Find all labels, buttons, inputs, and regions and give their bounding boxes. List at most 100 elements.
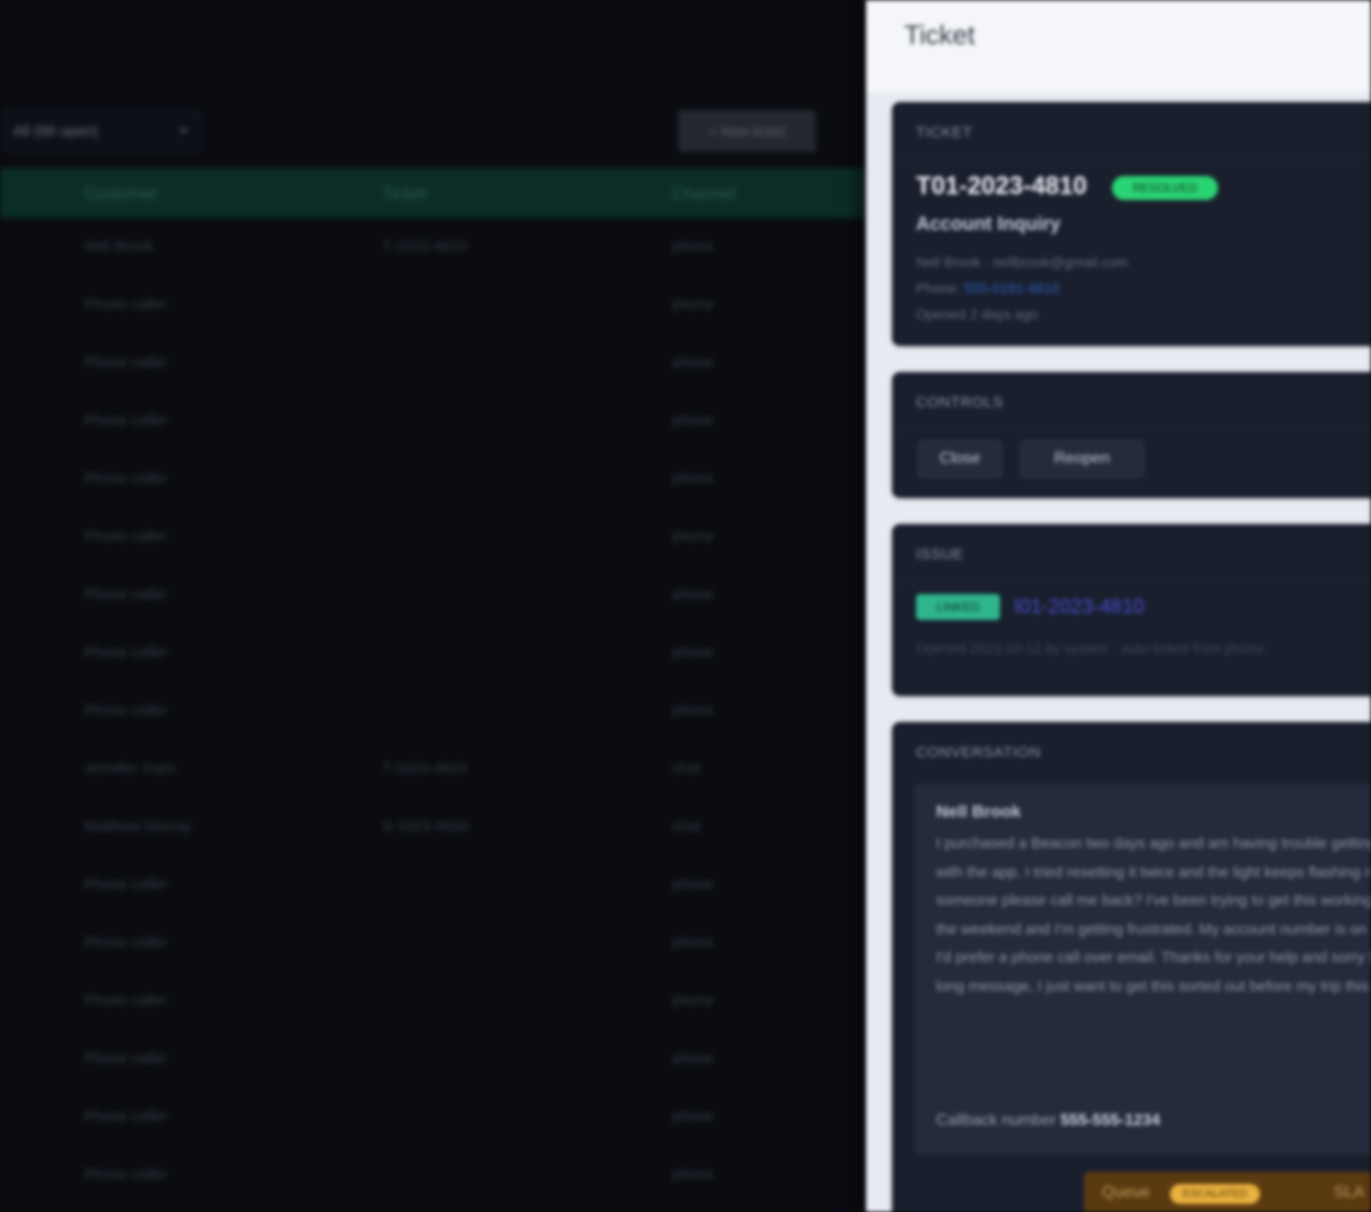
- table-row[interactable]: Phone caller phone: [0, 334, 866, 392]
- divider: [892, 158, 1371, 159]
- ticket-id: T01-2023-4810: [916, 172, 1087, 200]
- escalation-badge: ESCALATED: [1170, 1184, 1260, 1204]
- status-badge: RESOLVED: [1112, 176, 1218, 200]
- message-author: Nell Brook: [936, 802, 1022, 821]
- cell-ticket: T-1023-4815: [382, 760, 468, 777]
- cell-channel: phone: [672, 1050, 714, 1067]
- cell-customer: Phone caller: [84, 296, 168, 313]
- close-ticket-button[interactable]: Close: [918, 440, 1002, 478]
- table-row[interactable]: Phone caller phone: [0, 566, 866, 624]
- callback-label: Callback number: [936, 1112, 1057, 1129]
- cell-channel: phone: [672, 1166, 714, 1183]
- table-row[interactable]: Phone caller phone: [0, 1030, 866, 1088]
- cell-customer: Matthew Murray: [84, 818, 192, 835]
- cell-channel: chat: [672, 818, 701, 835]
- chevron-down-icon: ▾: [180, 123, 187, 138]
- list-toolbar: All (99 open) ▾ + New ticket: [0, 110, 866, 154]
- cell-customer: Phone caller: [84, 412, 168, 429]
- new-ticket-button-label: + New ticket: [708, 123, 786, 139]
- table-row[interactable]: Phone caller phone: [0, 914, 866, 972]
- cell-channel: phone: [672, 354, 714, 371]
- divider: [892, 428, 1371, 429]
- cell-customer: Phone caller: [84, 934, 168, 951]
- ticket-card-label: TICKET: [916, 124, 973, 141]
- column-header-customer[interactable]: Customer: [84, 184, 158, 204]
- table-row[interactable]: Phone caller phone: [0, 624, 866, 682]
- ticket-card: TICKET T01-2023-4810 RESOLVED Account In…: [892, 102, 1371, 346]
- phone-link[interactable]: 555-0181-4810: [964, 280, 1059, 296]
- table-row[interactable]: Phone caller phone: [0, 856, 866, 914]
- cell-channel: chat: [672, 760, 701, 777]
- customer-contact: Nell Brook · nellbrook@gmail.com: [916, 254, 1128, 270]
- filter-select[interactable]: All (99 open) ▾: [4, 110, 200, 152]
- issue-link[interactable]: I01-2023-4810: [1014, 596, 1144, 619]
- conversation-card-label: CONVERSATION: [916, 744, 1041, 761]
- cell-customer: Phone caller: [84, 992, 168, 1009]
- column-header-channel[interactable]: Channel: [672, 184, 735, 204]
- table-row[interactable]: Phone caller phone: [0, 682, 866, 740]
- table-row[interactable]: Nell Brook T-1023-4810 phone: [0, 218, 866, 276]
- cell-channel: phone: [672, 470, 714, 487]
- ticket-subject: Account Inquiry: [916, 214, 1061, 235]
- cell-channel: phone: [672, 702, 714, 719]
- table-row[interactable]: Phone caller phone: [0, 450, 866, 508]
- cell-channel: phone: [672, 992, 714, 1009]
- cell-customer: Phone caller: [84, 354, 168, 371]
- drawer-header: Ticket: [866, 0, 1371, 92]
- controls-card: CONTROLS Close Reopen: [892, 372, 1371, 498]
- sla-label: SLA: [1334, 1184, 1365, 1201]
- table-row[interactable]: Phone caller phone: [0, 972, 866, 1030]
- issue-badge: LINKED: [916, 594, 1000, 620]
- cell-customer: Jennifer Yuen: [84, 760, 176, 777]
- issue-card-label: ISSUE: [916, 546, 964, 563]
- queue-label: Queue: [1102, 1184, 1151, 1201]
- cell-channel: phone: [672, 528, 714, 545]
- phone-label: Phone:: [916, 280, 961, 296]
- table-row[interactable]: Phone caller phone: [0, 392, 866, 450]
- cell-channel: phone: [672, 1108, 714, 1125]
- cell-customer: Phone caller: [84, 644, 168, 661]
- cell-customer: Nell Brook: [84, 238, 154, 255]
- message-bubble: Nell Brook I purchased a Beacon two days…: [914, 784, 1371, 1154]
- cell-customer: Phone caller: [84, 470, 168, 487]
- table-header: Customer Ticket Channel: [0, 168, 866, 218]
- message-body: I purchased a Beacon two days ago and am…: [936, 835, 1371, 995]
- cell-ticket: S-1023-4816: [382, 818, 469, 835]
- queue-status-bar: Queue ESCALATED SLA: [1084, 1172, 1371, 1212]
- cell-channel: phone: [672, 296, 714, 313]
- cell-ticket: T-1023-4810: [382, 238, 468, 255]
- reopen-ticket-button[interactable]: Reopen: [1020, 440, 1144, 478]
- table-row[interactable]: Phone caller phone: [0, 1088, 866, 1146]
- opened-line: Opened 2 days ago: [916, 306, 1039, 322]
- cell-customer: Phone caller: [84, 586, 168, 603]
- filter-select-value: All (99 open): [13, 122, 99, 140]
- drawer-title: Ticket: [904, 20, 976, 50]
- ticket-list-pane: All (99 open) ▾ + New ticket Customer Ti…: [0, 0, 866, 1212]
- issue-card: ISSUE LINKED I01-2023-4810 Opened 2023-1…: [892, 524, 1371, 696]
- cell-channel: phone: [672, 586, 714, 603]
- ticket-detail-drawer: Ticket TICKET T01-2023-4810 RESOLVED Acc…: [866, 0, 1371, 1212]
- table-row[interactable]: Phone caller phone: [0, 508, 866, 566]
- cell-channel: phone: [672, 644, 714, 661]
- divider: [892, 580, 1371, 581]
- cell-customer: Phone caller: [84, 876, 168, 893]
- table-row[interactable]: Phone caller phone: [0, 276, 866, 334]
- column-header-ticket[interactable]: Ticket: [382, 184, 427, 204]
- conversation-card: CONVERSATION Nell Brook I purchased a Be…: [892, 722, 1371, 1212]
- phone-line: Phone: 555-0181-4810: [916, 280, 1059, 296]
- controls-card-label: CONTROLS: [916, 394, 1004, 411]
- callback-number: 555-555-1234: [1060, 1112, 1161, 1129]
- callback-line: Callback number 555-555-1234: [936, 1112, 1160, 1130]
- cell-channel: phone: [672, 934, 714, 951]
- issue-description: Opened 2023-10-12 by system · auto-linke…: [916, 640, 1264, 656]
- table-row[interactable]: Matthew Murray S-1023-4816 chat: [0, 798, 866, 856]
- cell-customer: Phone caller: [84, 702, 168, 719]
- cell-channel: phone: [672, 876, 714, 893]
- table-row[interactable]: Jennifer Yuen T-1023-4815 chat: [0, 740, 866, 798]
- table-row[interactable]: Phone caller phone: [0, 1146, 866, 1204]
- cell-customer: Phone caller: [84, 1166, 168, 1183]
- new-ticket-button[interactable]: + New ticket: [678, 110, 816, 152]
- cell-channel: phone: [672, 412, 714, 429]
- cell-channel: phone: [672, 238, 714, 255]
- cell-customer: Phone caller: [84, 528, 168, 545]
